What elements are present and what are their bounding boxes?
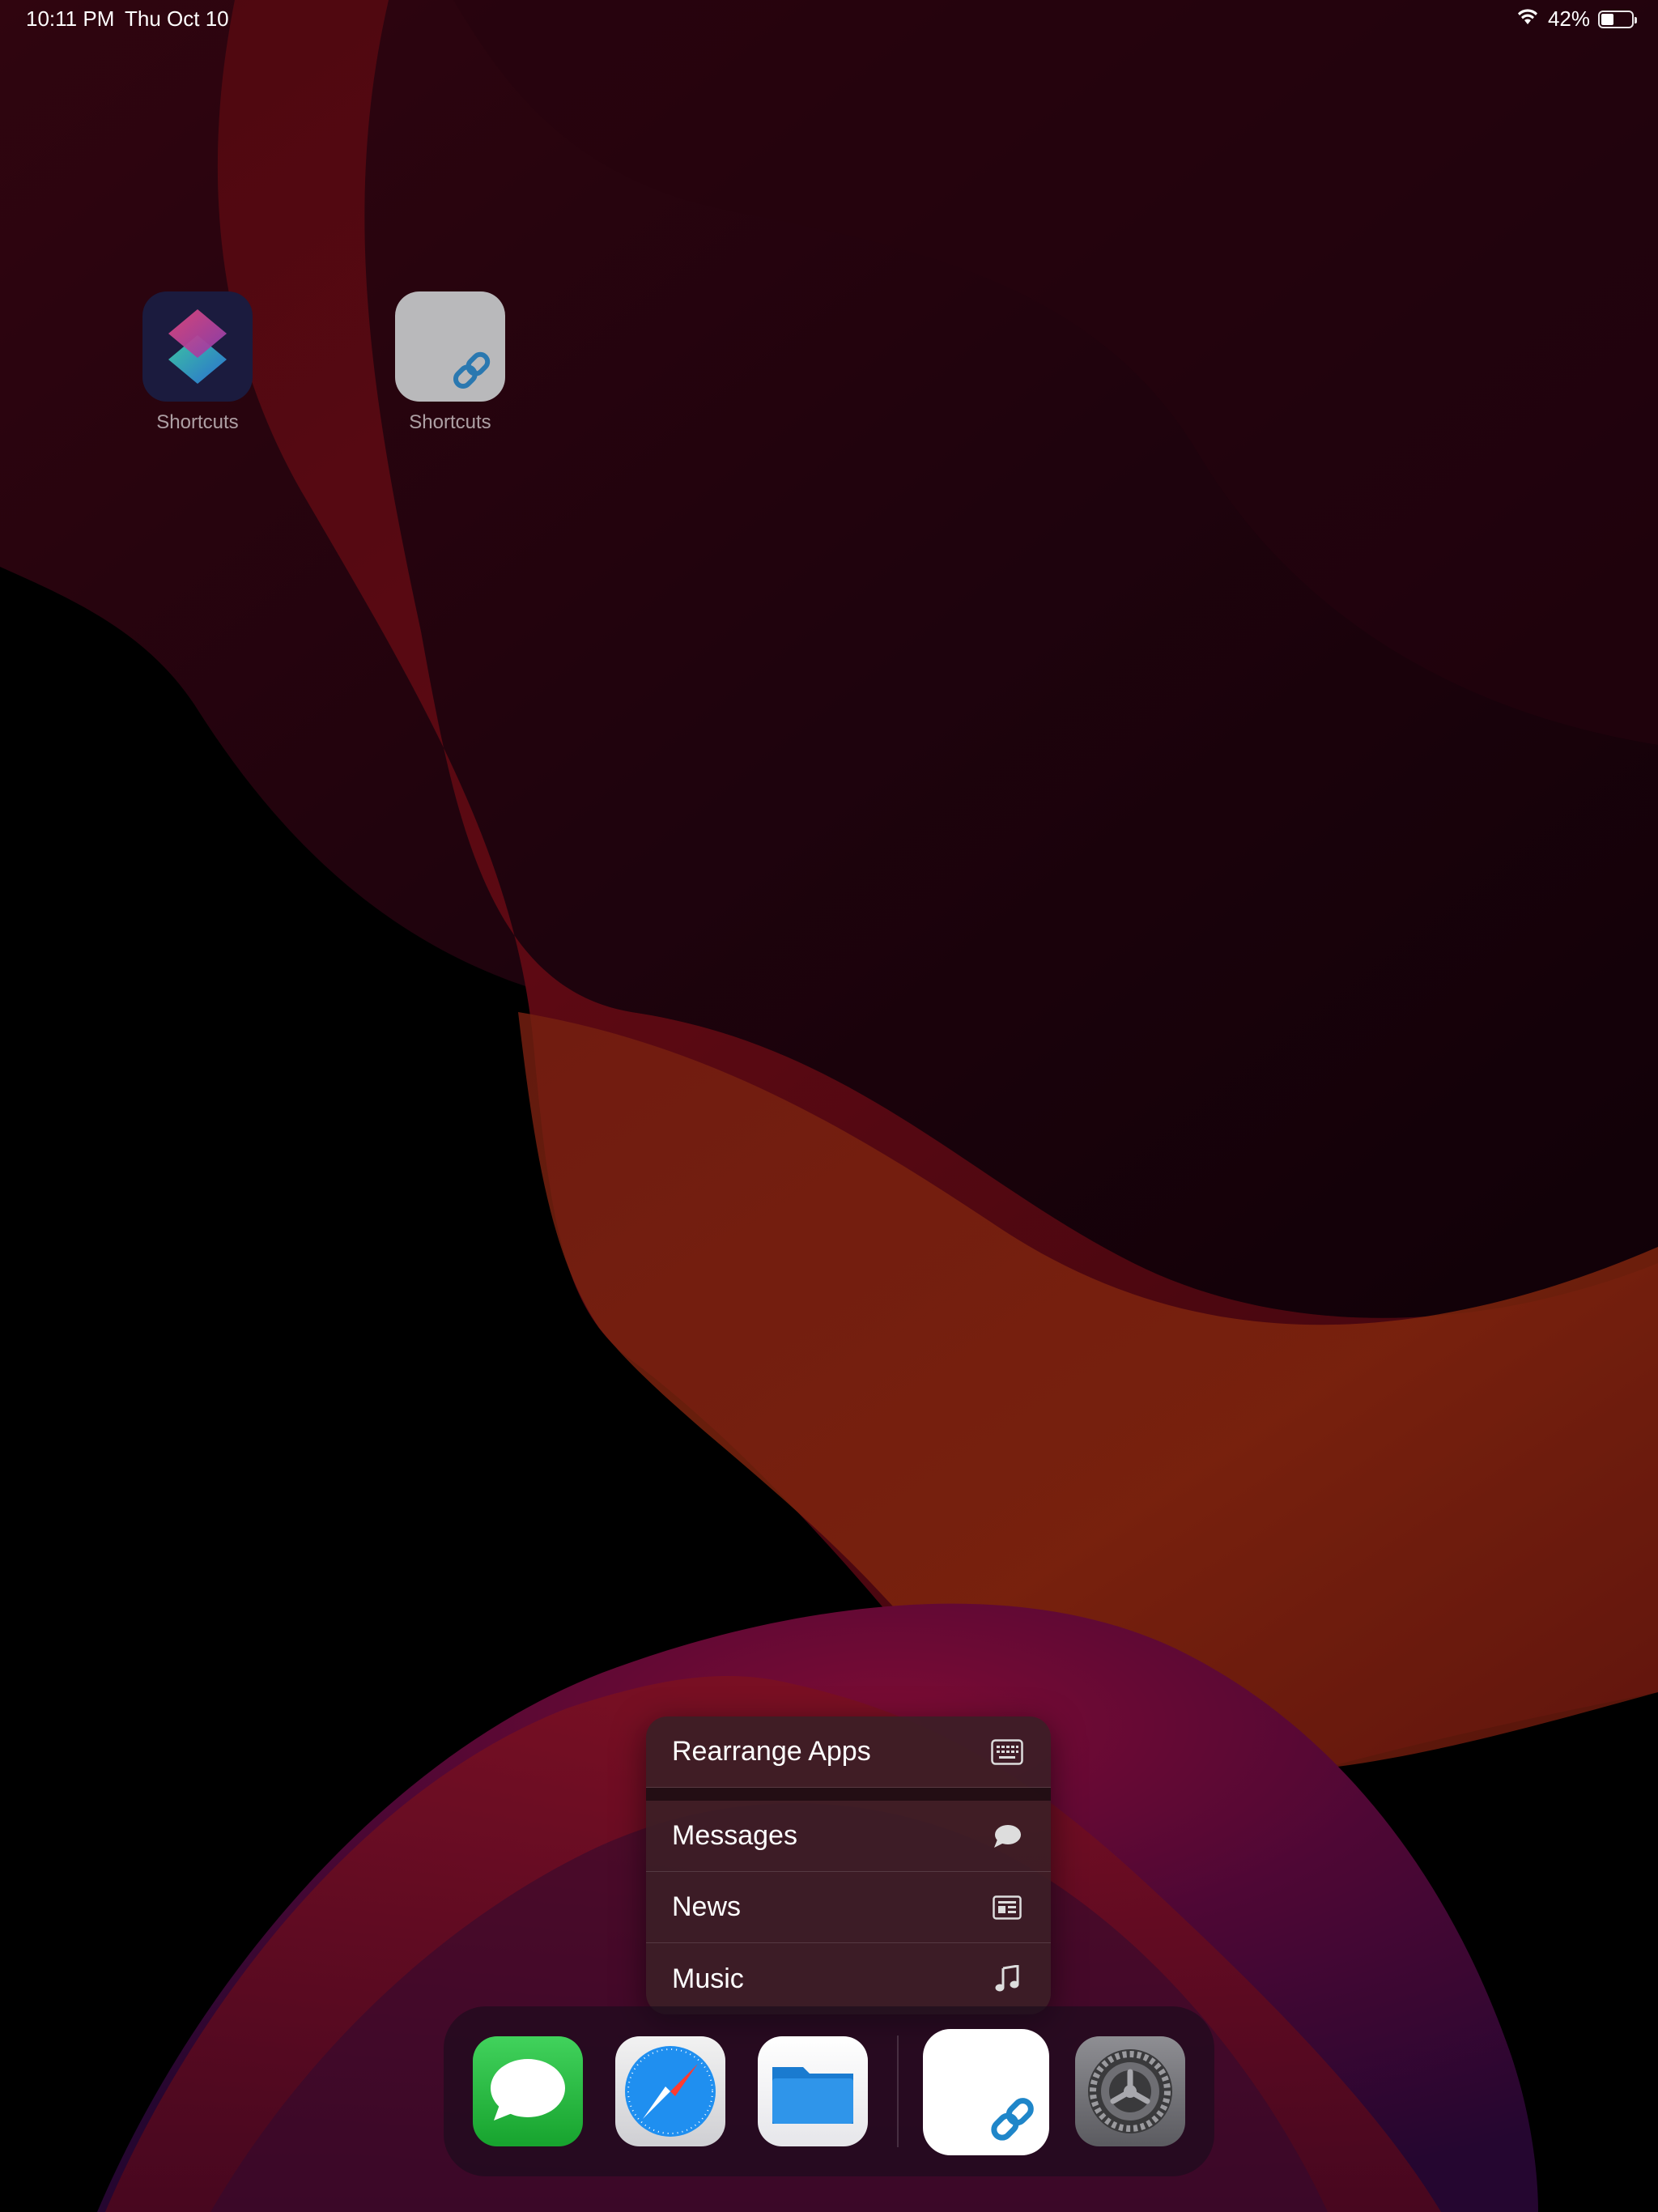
dock-app-files[interactable] [758, 2036, 868, 2146]
shortcuts-app-icon [142, 291, 253, 402]
menu-section-separator [646, 1788, 1051, 1801]
safari-app-icon [625, 2046, 716, 2137]
app-label: Shortcuts [156, 411, 239, 433]
status-date: Thu Oct 10 [125, 6, 229, 31]
wifi-icon [1516, 6, 1540, 32]
files-app-icon [772, 2067, 853, 2124]
menu-item-label: News [672, 1891, 742, 1922]
shortcut-link-icon [991, 2098, 1034, 2141]
menu-item-label: Messages [672, 1820, 797, 1851]
status-indicators: 42% [1516, 6, 1637, 32]
menu-item-label: Music [672, 1963, 744, 1994]
menu-item-label: Rearrange Apps [672, 1736, 871, 1767]
home-app-shortcuts[interactable]: Shortcuts [142, 291, 253, 434]
status-time: 10:11 PM [26, 6, 115, 31]
news-icon [991, 1891, 1023, 1924]
battery-level-fill [1601, 13, 1614, 25]
app-label: Shortcuts [409, 411, 491, 433]
app-context-menu: Rearrange Apps Messages News Music [646, 1716, 1051, 2014]
menu-item-music[interactable]: Music [646, 1943, 1051, 2014]
dock-app-messages[interactable] [473, 2036, 583, 2146]
dock-divider [897, 2035, 899, 2147]
dock-app-safari[interactable] [615, 2036, 725, 2146]
dock [444, 2006, 1214, 2176]
home-app-shortcut-link[interactable]: Shortcuts [395, 291, 505, 434]
status-bar: 10:11 PM Thu Oct 10 42% [0, 0, 1658, 39]
menu-item-news[interactable]: News [646, 1872, 1051, 1943]
dock-app-shortcut-link[interactable] [923, 2029, 1049, 2155]
dock-app-settings[interactable] [1075, 2036, 1185, 2146]
keyboard-icon [991, 1736, 1023, 1768]
messages-app-icon [491, 2059, 565, 2121]
battery-icon [1598, 10, 1637, 28]
menu-item-messages[interactable]: Messages [646, 1801, 1051, 1872]
settings-app-icon [1088, 2049, 1172, 2133]
battery-percent: 42% [1547, 6, 1590, 31]
music-note-icon [991, 1963, 1023, 1995]
menu-item-rearrange-apps[interactable]: Rearrange Apps [646, 1716, 1051, 1788]
speech-bubble-icon [991, 1820, 1023, 1853]
shortcut-link-icon [395, 291, 505, 402]
